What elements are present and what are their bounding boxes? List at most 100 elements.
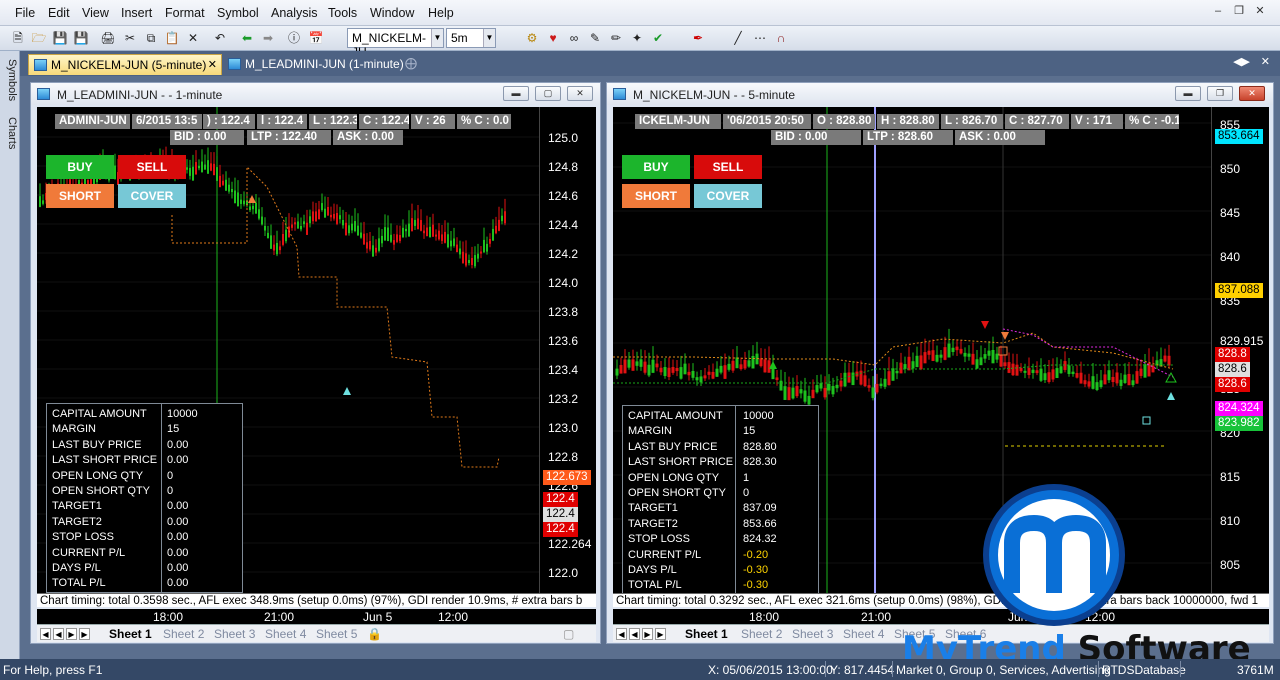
restore-icon[interactable]: ❐ (1230, 4, 1248, 20)
menu-symbol[interactable]: Symbol (217, 6, 259, 20)
tab-leadmini[interactable]: M_LEADMINI-JUN (1-minute) (223, 54, 423, 75)
candle-body (715, 368, 719, 377)
print-icon[interactable]: 🖨 (100, 30, 116, 46)
new-tab-icon[interactable]: ⨁ (405, 56, 417, 70)
calendar-icon[interactable]: 📅 (308, 30, 324, 46)
back-icon[interactable]: ⬅ (239, 30, 255, 46)
candle-body (279, 246, 281, 251)
forward-icon[interactable]: ➡ (260, 30, 276, 46)
pen-color-icon[interactable]: ✒ (690, 30, 706, 46)
menu-window[interactable]: Window (370, 6, 414, 20)
last-sheet-icon[interactable]: ▶ (79, 628, 90, 640)
tab-charts[interactable]: Charts (2, 117, 18, 149)
sheet-tab-5[interactable]: Sheet 5 (316, 627, 357, 641)
paste-icon[interactable]: 📋 (164, 30, 180, 46)
menu-edit[interactable]: Edit (48, 6, 70, 20)
sheet-tab-3[interactable]: Sheet 3 (792, 627, 833, 641)
next-sheet-icon[interactable]: ▶ (642, 628, 653, 640)
menu-help[interactable]: Help (428, 6, 454, 20)
sell-button[interactable]: SELL (694, 155, 762, 179)
tab-symbols[interactable]: Symbols (2, 59, 18, 101)
sheet-tab-1[interactable]: Sheet 1 (685, 627, 728, 641)
maximize-icon[interactable]: ▢ (535, 86, 561, 101)
price-axis[interactable]: 125.0 124.8 124.6 124.4 124.2 124.0 123.8 123.6… (539, 107, 596, 596)
check-icon[interactable]: ✔ (650, 30, 666, 46)
save-all-icon[interactable]: 💾 (73, 30, 89, 46)
first-sheet-icon[interactable]: ◀ (616, 628, 627, 640)
time-axis[interactable]: 18:00 21:00 Jun 5 12:00 (37, 609, 596, 624)
line-icon[interactable]: ╱ (730, 30, 746, 46)
tab-nickelm[interactable]: M_NICKELM-JUN (5-minute) ✕ (28, 54, 222, 75)
menu-analysis[interactable]: Analysis (271, 6, 318, 20)
heart-icon[interactable]: ♥ (545, 30, 561, 46)
candle-body (402, 227, 404, 238)
buy-button[interactable]: BUY (622, 155, 690, 179)
menu-tools[interactable]: Tools (328, 6, 357, 20)
minimize-icon[interactable]: – (1209, 5, 1227, 21)
undo-icon[interactable]: ↶ (212, 30, 228, 46)
sheet-tab-3[interactable]: Sheet 3 (214, 627, 255, 641)
prev-sheet-icon[interactable]: ◀ (53, 628, 64, 640)
sheet-tab-2[interactable]: Sheet 2 (741, 627, 782, 641)
cover-button[interactable]: COVER (694, 184, 762, 208)
close-icon[interactable]: ✕ (1251, 4, 1269, 20)
close-icon[interactable]: ✕ (208, 58, 217, 71)
symbol-combo[interactable]: M_NICKELM-JU ▼ (347, 28, 444, 59)
draw-icon[interactable]: ✎ (587, 30, 603, 46)
first-sheet-icon[interactable]: ◀ (40, 628, 51, 640)
wand-icon[interactable]: ✦ (629, 30, 645, 46)
candle-body (975, 359, 979, 369)
candle-body (731, 360, 735, 371)
short-button[interactable]: SHORT (622, 184, 690, 208)
candle-body (270, 235, 272, 249)
short-button[interactable]: SHORT (46, 184, 114, 208)
chevron-down-icon[interactable]: ▼ (483, 29, 495, 47)
gear-icon[interactable]: ⚙ (524, 30, 540, 46)
pencil-icon[interactable]: ✏ (608, 30, 624, 46)
minimize-icon[interactable]: ▬ (1175, 86, 1201, 101)
price-axis[interactable]: 855850845840835829.915825820815810805 85… (1211, 107, 1269, 596)
minimize-icon[interactable]: ▬ (503, 86, 529, 101)
candle-body (261, 216, 263, 225)
candle-body (1111, 376, 1115, 383)
info-high: l : 122.4 (257, 114, 307, 129)
glasses-icon[interactable]: ∞ (566, 30, 582, 46)
candle-body (192, 166, 194, 181)
scroll-box-icon[interactable]: ▢ (563, 627, 574, 641)
tab-scroll-icon[interactable]: ◀▶ (1233, 55, 1250, 68)
save-icon[interactable]: 💾 (52, 30, 68, 46)
chevron-down-icon[interactable]: ▼ (431, 29, 443, 47)
info-icon[interactable]: ⓘ (286, 30, 302, 46)
cover-button[interactable]: COVER (118, 184, 186, 208)
interval-combo[interactable]: 5m ▼ (446, 28, 496, 48)
restore-icon[interactable]: ❐ (1207, 86, 1233, 101)
copy-icon[interactable]: ⧉ (143, 30, 159, 46)
last-sheet-icon[interactable]: ▶ (655, 628, 666, 640)
menu-format[interactable]: Format (165, 6, 205, 20)
close-icon[interactable]: ✕ (1261, 55, 1270, 68)
lock-icon[interactable]: 🔒 (367, 627, 382, 641)
close-icon[interactable]: ✕ (567, 86, 593, 101)
menu-view[interactable]: View (82, 6, 109, 20)
delete-icon[interactable]: ✕ (185, 30, 201, 46)
buy-button[interactable]: BUY (46, 155, 114, 179)
sheet-tab-4[interactable]: Sheet 4 (843, 627, 884, 641)
sheet-tab-2[interactable]: Sheet 2 (163, 627, 204, 641)
close-icon[interactable]: ✕ (1239, 86, 1265, 101)
prev-sheet-icon[interactable]: ◀ (629, 628, 640, 640)
new-icon[interactable]: 🗎 (10, 30, 26, 46)
sheet-tab-1[interactable]: Sheet 1 (109, 627, 152, 641)
time-axis[interactable]: 18:00 21:00 Jun 5 12:00 (613, 609, 1269, 624)
open-folder-icon[interactable]: 🗁 (31, 30, 47, 46)
sell-button[interactable]: SELL (118, 155, 186, 179)
menu-file[interactable]: File (15, 6, 35, 20)
price-plot[interactable]: ADMINI-JUN 6/2015 13:5 ) : 122.4 l : 122… (37, 107, 539, 596)
cut-icon[interactable]: ✂ (122, 30, 138, 46)
candle-body (1143, 364, 1147, 378)
next-sheet-icon[interactable]: ▶ (66, 628, 77, 640)
dotted-line-icon[interactable]: ⋯ (752, 30, 768, 46)
panel-value: 0.00 (167, 438, 189, 451)
sheet-tab-4[interactable]: Sheet 4 (265, 627, 306, 641)
magnet-icon[interactable]: ∩ (773, 30, 789, 46)
menu-insert[interactable]: Insert (121, 6, 152, 20)
